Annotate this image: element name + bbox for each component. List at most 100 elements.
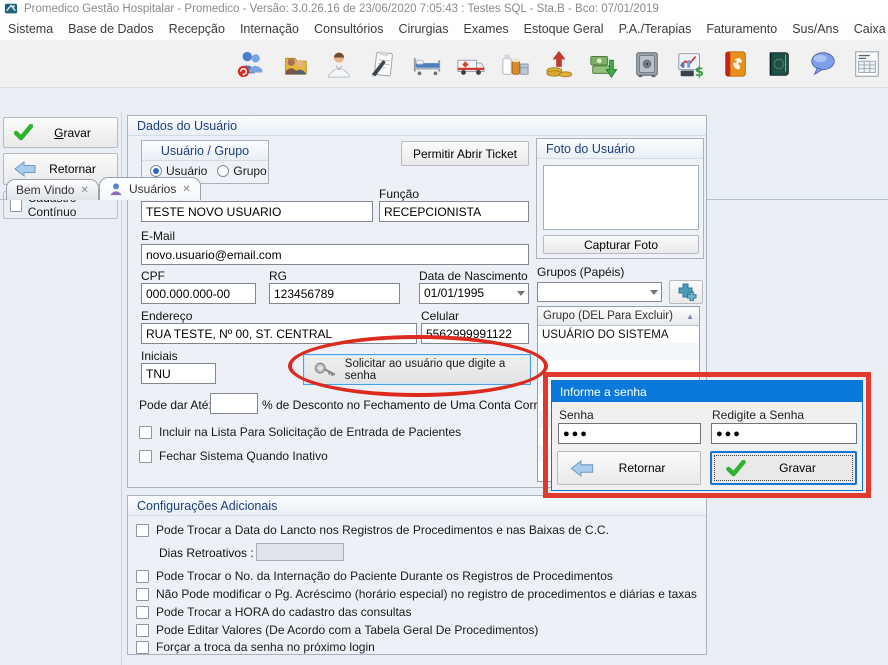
dialog-retornar-label: Retornar — [619, 461, 666, 475]
fechar-sistema-row: Fechar Sistema Quando Inativo — [139, 449, 328, 463]
cadastro-continuo-checkbox[interactable] — [10, 199, 22, 212]
revenue-up-icon[interactable] — [544, 49, 574, 79]
main-toolbar: $ — [0, 40, 888, 88]
tab-usuarios[interactable]: Usuários ✕ — [99, 177, 201, 200]
dados-usuario-header: Dados do Usuário — [128, 116, 706, 136]
solicitar-senha-button[interactable]: Solicitar ao usuário que digite a senha — [303, 354, 531, 385]
grid-row-label: USUÁRIO DO SISTEMA — [542, 329, 669, 341]
finance-chart-icon[interactable]: $ — [676, 49, 706, 79]
dias-retroativos-input[interactable] — [256, 543, 344, 561]
menu-sistema[interactable]: Sistema — [8, 22, 53, 36]
close-icon[interactable]: ✕ — [80, 185, 88, 196]
config-check5-label: Pode Editar Valores (De Acordo com a Tab… — [156, 623, 538, 637]
menu-faturamento[interactable]: Faturamento — [706, 22, 777, 36]
email-label: E-Mail — [141, 229, 175, 243]
menu-bar: Sistema Base de Dados Recepção Internaçã… — [0, 18, 888, 40]
editar-valores-checkbox[interactable] — [136, 624, 149, 637]
add-plus-icon — [675, 283, 697, 301]
rg-label: RG — [269, 269, 287, 283]
menu-estoque-geral[interactable]: Estoque Geral — [524, 22, 604, 36]
hospital-bed-icon[interactable] — [412, 49, 442, 79]
iniciais-input[interactable] — [141, 363, 216, 384]
foto-preview — [543, 165, 699, 230]
menu-sus-ans[interactable]: Sus/Ans — [792, 22, 839, 36]
email-input[interactable] — [141, 244, 529, 265]
nao-modificar-acrescimo-checkbox[interactable] — [136, 588, 149, 601]
celular-label: Celular — [421, 309, 459, 323]
radio-usuario[interactable]: Usuário — [150, 164, 207, 178]
fechar-sistema-checkbox[interactable] — [139, 450, 152, 463]
menu-cirurgias[interactable]: Cirurgias — [399, 22, 449, 36]
sort-asc-icon: ▲ — [686, 312, 694, 321]
users-sync-icon[interactable] — [236, 49, 266, 79]
dialog-retornar-button[interactable]: Retornar — [557, 451, 701, 485]
capturar-foto-button[interactable]: Capturar Foto — [543, 235, 699, 254]
grid-row-empty — [538, 343, 699, 360]
grid-header-label: Grupo (DEL Para Excluir) — [543, 310, 673, 322]
tab-bem-vindo[interactable]: Bem Vindo ✕ — [6, 179, 99, 200]
config-check6-label: Forçar a troca da senha no próximo login — [156, 640, 375, 654]
endereco-input[interactable] — [141, 323, 417, 344]
redigite-senha-input[interactable] — [711, 423, 857, 444]
config-header: Configurações Adicionais — [128, 496, 706, 516]
pharmacy-icon[interactable] — [500, 49, 530, 79]
phone-book-icon[interactable] — [720, 49, 750, 79]
radio-grupo-label: Grupo — [233, 164, 266, 178]
senha-input[interactable] — [558, 423, 701, 444]
menu-base-de-dados[interactable]: Base de Dados — [68, 22, 153, 36]
menu-consultorios[interactable]: Consultórios — [314, 22, 383, 36]
senha-label: Senha — [559, 408, 594, 422]
desconto-input[interactable] — [210, 393, 258, 414]
grupos-grid-header[interactable]: Grupo (DEL Para Excluir) ▲ — [538, 307, 699, 326]
clipboard-pen-icon[interactable] — [368, 49, 398, 79]
funcao-label: Função — [379, 187, 419, 201]
cpf-input[interactable] — [141, 283, 256, 304]
config-check6-row: Forçar a troca da senha no próximo login — [136, 640, 375, 654]
config-check3-label: Não Pode modificar o Pg. Acréscimo (horá… — [156, 587, 697, 601]
celular-input[interactable] — [421, 323, 529, 344]
doctor-icon[interactable] — [324, 49, 354, 79]
close-icon[interactable]: ✕ — [182, 184, 190, 195]
arrow-left-icon — [570, 460, 594, 477]
report-grid-icon[interactable] — [852, 49, 882, 79]
chat-icon[interactable] — [808, 49, 838, 79]
iniciais-label: Iniciais — [141, 349, 178, 363]
radio-grupo[interactable]: Grupo — [217, 164, 266, 178]
ledger-book-icon[interactable] — [764, 49, 794, 79]
trocar-hora-checkbox[interactable] — [136, 606, 149, 619]
trocar-data-lancto-checkbox[interactable] — [136, 524, 149, 537]
gravar-button[interactable]: Gravar — [3, 117, 118, 148]
ambulance-icon[interactable] — [456, 49, 486, 79]
tab-bar: Bem Vindo ✕ Usuários ✕ — [0, 88, 888, 112]
trocar-internacao-checkbox[interactable] — [136, 570, 149, 583]
menu-caixa[interactable]: Caixa — [854, 22, 886, 36]
desconto-prefix: Pode dar Até: — [139, 398, 212, 412]
menu-exames[interactable]: Exames — [464, 22, 509, 36]
cpf-label: CPF — [141, 269, 165, 283]
forcar-troca-senha-checkbox[interactable] — [136, 641, 149, 654]
adicionar-grupo-button[interactable] — [669, 280, 703, 304]
grid-row-usuario-sistema[interactable]: USUÁRIO DO SISTEMA — [538, 326, 699, 343]
config-check2-row: Pode Trocar o No. da Internação do Pacie… — [136, 569, 613, 583]
tipo-usuario-header: Usuário / Grupo — [142, 141, 268, 161]
safe-icon[interactable] — [632, 49, 662, 79]
capturar-foto-label: Capturar Foto — [584, 238, 658, 252]
incluir-lista-checkbox[interactable] — [139, 426, 152, 439]
dialog-gravar-button[interactable]: Gravar — [710, 451, 857, 485]
dias-retroativos-label: Dias Retroativos : — [159, 546, 254, 560]
permitir-abrir-ticket-button[interactable]: Permitir Abrir Ticket — [401, 141, 529, 166]
incluir-lista-row: Incluir na Lista Para Solicitação de Ent… — [139, 425, 461, 439]
menu-internacao[interactable]: Internação — [240, 22, 299, 36]
nascimento-combo[interactable]: 01/01/1995 — [419, 283, 529, 304]
redigite-senha-label: Redigite a Senha — [712, 408, 804, 422]
nome-input[interactable] — [141, 201, 373, 222]
chevron-down-icon — [650, 290, 658, 295]
rg-input[interactable] — [269, 283, 400, 304]
funcao-input[interactable] — [379, 201, 529, 222]
menu-recepcao[interactable]: Recepção — [169, 22, 225, 36]
menu-pa-terapias[interactable]: P.A./Terapias — [619, 22, 692, 36]
payments-down-icon[interactable] — [588, 49, 618, 79]
patients-group-icon[interactable] — [280, 49, 310, 79]
grupos-combo[interactable] — [537, 282, 662, 302]
chevron-down-icon — [517, 291, 525, 296]
